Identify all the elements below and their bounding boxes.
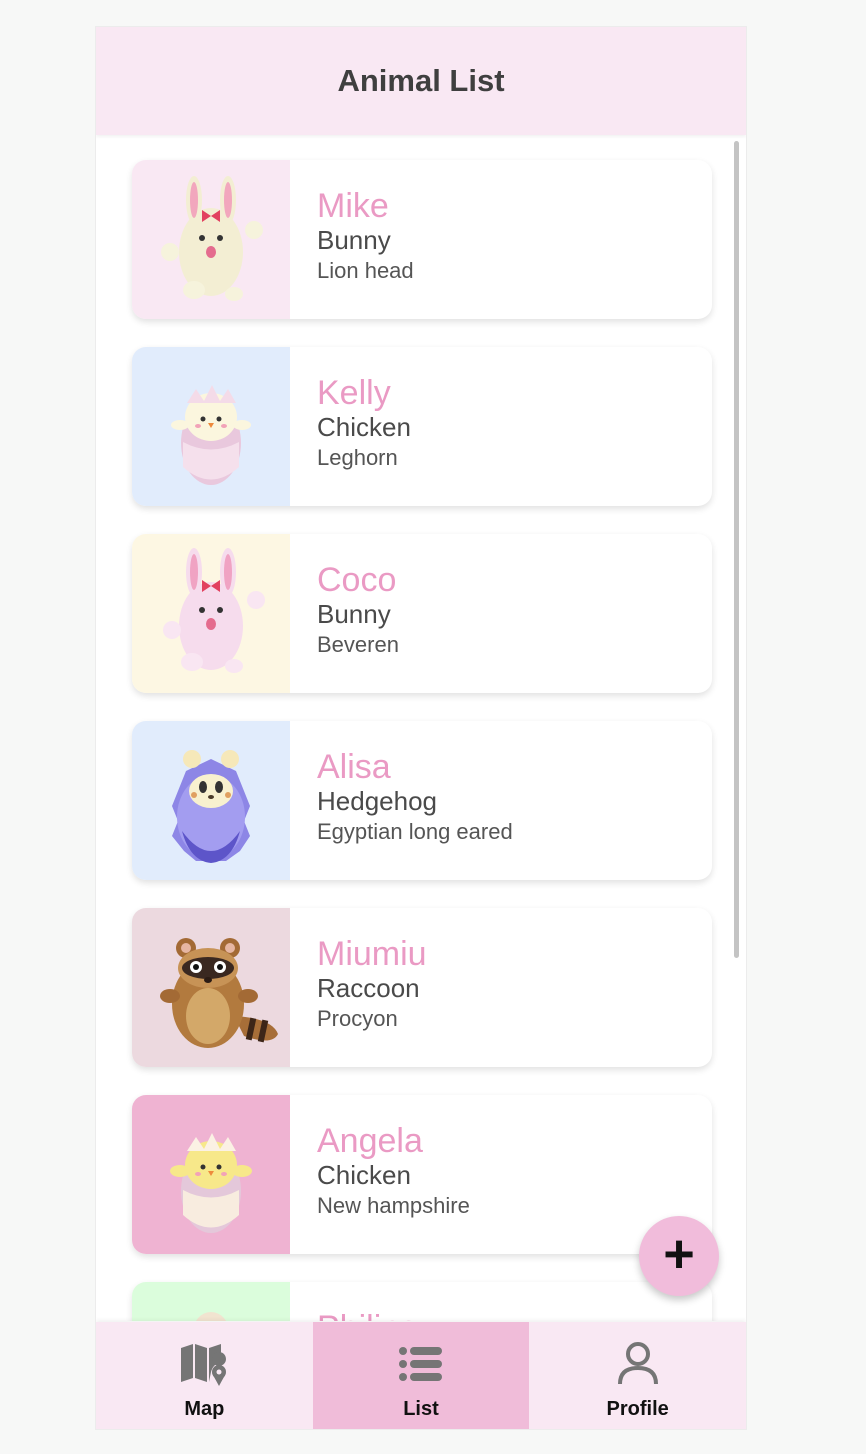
nav-label: Profile	[606, 1398, 669, 1420]
animal-breed: New hampshire	[317, 1193, 470, 1218]
hedgehog-icon	[132, 721, 290, 880]
animal-icon	[132, 1282, 290, 1321]
animal-name: Coco	[317, 561, 397, 599]
nav-item-profile[interactable]: Profile	[529, 1322, 746, 1429]
animal-name: Mike	[317, 187, 389, 225]
chick-yellow-icon	[132, 1095, 290, 1254]
nav-item-list[interactable]: List	[312, 1322, 530, 1429]
animal-breed: Beveren	[317, 632, 399, 657]
animal-breed: Lion head	[317, 258, 414, 283]
app-screen: Animal List Mike Bunny Lion head Kelly C…	[96, 27, 746, 1429]
app-header: Animal List	[96, 27, 746, 135]
animal-species: Bunny	[317, 225, 391, 255]
map-icon	[179, 1342, 229, 1386]
animal-species: Raccoon	[317, 973, 420, 1003]
nav-item-map[interactable]: Map	[96, 1322, 313, 1429]
animal-name: Alisa	[317, 748, 391, 786]
animal-card-philips[interactable]: Philips	[132, 1282, 712, 1321]
animal-name: Philips	[317, 1308, 417, 1321]
profile-icon	[617, 1342, 659, 1386]
animal-card-angela[interactable]: Angela Chicken New hampshire	[132, 1095, 712, 1254]
nav-label: Map	[184, 1398, 225, 1420]
animal-species: Chicken	[317, 412, 411, 442]
animal-card-coco[interactable]: Coco Bunny Beveren	[132, 534, 712, 693]
list-scrollbar[interactable]	[734, 141, 739, 958]
bottom-nav: Map List Profile	[96, 1322, 746, 1429]
list-icon	[398, 1342, 444, 1386]
animal-list[interactable]: Mike Bunny Lion head Kelly Chicken Legho…	[96, 135, 746, 1321]
animal-species: Bunny	[317, 599, 391, 629]
animal-card-mike[interactable]: Mike Bunny Lion head	[132, 160, 712, 319]
animal-breed: Egyptian long eared	[317, 819, 513, 844]
animal-species: Hedgehog	[317, 786, 437, 816]
animal-card-alisa[interactable]: Alisa Hedgehog Egyptian long eared	[132, 721, 712, 880]
raccoon-icon	[132, 908, 290, 1067]
animal-breed: Leghorn	[317, 445, 398, 470]
animal-species: Chicken	[317, 1160, 411, 1190]
page-title: Animal List	[337, 63, 505, 98]
animal-name: Kelly	[317, 374, 391, 412]
bunny-cream-icon	[132, 160, 290, 319]
chick-white-icon	[132, 347, 290, 506]
animal-breed: Procyon	[317, 1006, 398, 1031]
plus-icon: +	[663, 1224, 695, 1284]
bunny-pink-icon	[132, 534, 290, 693]
add-animal-button[interactable]: +	[639, 1216, 719, 1296]
animal-card-kelly[interactable]: Kelly Chicken Leghorn	[132, 347, 712, 506]
animal-name: Miumiu	[317, 935, 427, 973]
nav-label: List	[403, 1398, 439, 1420]
animal-name: Angela	[317, 1122, 423, 1160]
animal-card-miumiu[interactable]: Miumiu Raccoon Procyon	[132, 908, 712, 1067]
